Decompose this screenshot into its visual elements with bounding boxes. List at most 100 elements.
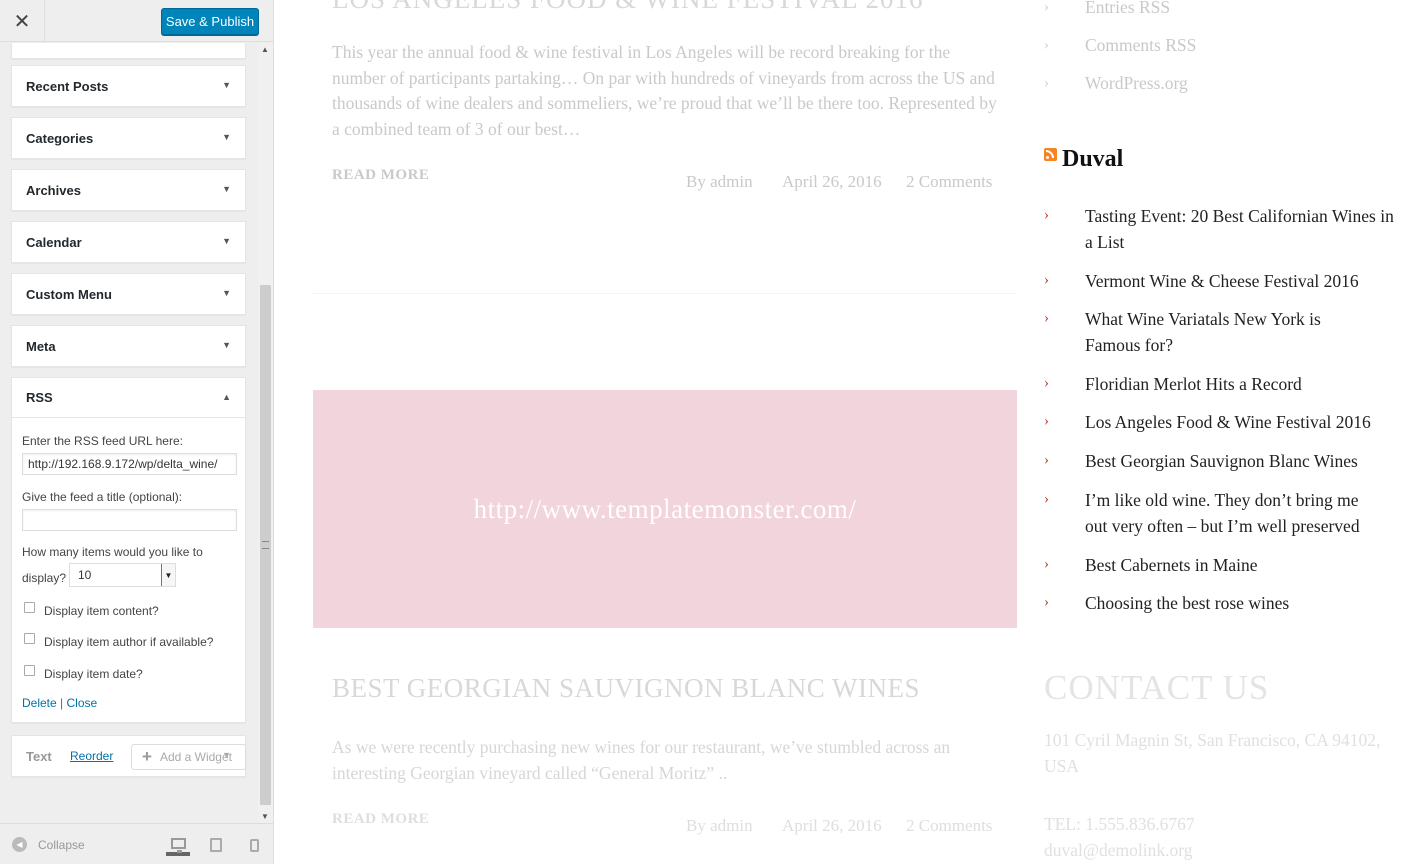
widget-archives[interactable]: Archives ▼: [11, 169, 246, 211]
collapse-icon: ◀: [12, 837, 27, 852]
scrollbar-thumb[interactable]: [260, 285, 271, 805]
post-title[interactable]: BEST GEORGIAN SAUVIGNON BLANC WINES: [332, 673, 920, 704]
feed-item[interactable]: Floridian Merlot Hits a Record: [1085, 372, 1395, 398]
widgets-panel: Recent Posts ▼ Categories ▼ Archives ▼ C…: [0, 43, 258, 823]
delete-widget-link[interactable]: Delete: [22, 696, 57, 710]
display-content-checkbox[interactable]: [24, 602, 35, 613]
feed-item[interactable]: I’m like old wine. They don’t bring me o…: [1085, 488, 1375, 539]
chevron-right-icon: ›: [1044, 37, 1049, 53]
chevron-down-icon[interactable]: ▼: [222, 236, 231, 246]
scrollbar-down-arrow-icon[interactable]: ▼: [261, 812, 269, 821]
reorder-link[interactable]: Reorder: [70, 749, 113, 763]
widget-meta[interactable]: Meta ▼: [11, 325, 246, 367]
chevron-right-icon: ›: [1044, 272, 1049, 288]
sidebar-scrollbar[interactable]: ▲ ▼: [258, 43, 273, 823]
widget-categories[interactable]: Categories ▼: [11, 117, 246, 159]
customizer-header: ✕ Save & Publish: [0, 0, 273, 42]
tablet-preview-button[interactable]: [204, 834, 228, 856]
chevron-down-icon[interactable]: ▼: [222, 132, 231, 142]
customizer-sidebar: ✕ Save & Publish Recent Posts ▼ Categori…: [0, 0, 274, 864]
close-customizer-button[interactable]: ✕: [0, 0, 45, 42]
chevron-right-icon: ›: [1044, 75, 1049, 91]
feed-item[interactable]: What Wine Variatals New York is Famous f…: [1085, 307, 1365, 358]
chevron-down-icon[interactable]: ▼: [222, 288, 231, 298]
feed-item[interactable]: Best Georgian Sauvignon Blanc Wines: [1085, 449, 1395, 475]
chevron-right-icon: ›: [1044, 452, 1049, 468]
contact-title: CONTACT US: [1044, 668, 1270, 707]
display-date-checkbox[interactable]: [24, 665, 35, 676]
post-comments[interactable]: 2 Comments: [906, 816, 992, 836]
widget-title: Custom Menu: [26, 286, 112, 302]
customizer-footer: ◀ Collapse: [0, 823, 273, 864]
display-date-label: Display item date?: [44, 667, 143, 681]
display-author-label: Display item author if available?: [44, 635, 214, 649]
feed-item[interactable]: Best Cabernets in Maine: [1085, 553, 1395, 579]
widget-partial-top: [11, 43, 246, 59]
add-widget-button[interactable]: + Add a Widget: [131, 744, 246, 770]
add-widget-label: Add a Widget: [159, 750, 232, 764]
collapse-button[interactable]: ◀ Collapse: [12, 837, 85, 852]
post-date[interactable]: April 26, 2016: [782, 816, 882, 836]
widget-title: Calendar: [26, 234, 82, 250]
post-excerpt: As we were recently purchasing new wines…: [332, 737, 951, 783]
save-publish-button[interactable]: Save & Publish: [161, 8, 259, 35]
rss-items-value: 10: [78, 568, 92, 582]
feed-item[interactable]: Los Angeles Food & Wine Festival 2016: [1085, 410, 1395, 436]
display-author-checkbox[interactable]: [24, 633, 35, 644]
chevron-down-icon[interactable]: ▼: [222, 80, 231, 90]
post-author[interactable]: By admin: [686, 172, 753, 192]
contact-email[interactable]: duval@demolink.org: [1044, 838, 1389, 864]
chevron-right-icon: ›: [1044, 310, 1049, 326]
tablet-icon: [210, 838, 222, 852]
widget-recent-posts[interactable]: Recent Posts ▼: [11, 65, 246, 107]
chevron-up-icon[interactable]: ▲: [222, 392, 231, 402]
chevron-right-icon: ›: [1044, 413, 1049, 429]
widget-title: Archives: [26, 182, 81, 198]
chevron-right-icon: ›: [1044, 375, 1049, 391]
meta-link[interactable]: Comments RSS: [1085, 35, 1196, 56]
post-author[interactable]: By admin: [686, 816, 753, 836]
read-more-link[interactable]: READ MORE: [332, 167, 429, 184]
post-comments[interactable]: 2 Comments: [906, 172, 992, 192]
widget-title: Recent Posts: [26, 78, 109, 94]
chevron-right-icon: ›: [1044, 556, 1049, 572]
meta-link[interactable]: Entries RSS: [1085, 0, 1170, 18]
scrollbar-up-arrow-icon[interactable]: ▲: [261, 45, 269, 54]
close-icon: ✕: [13, 10, 31, 33]
desktop-preview-button[interactable]: [166, 834, 190, 856]
chevron-right-icon: ›: [1044, 0, 1049, 15]
rss-title-label: Give the feed a title (optional):: [22, 490, 183, 504]
feed-item[interactable]: Vermont Wine & Cheese Festival 2016: [1085, 269, 1395, 295]
meta-link[interactable]: WordPress.org: [1085, 73, 1188, 94]
rss-url-label: Enter the RSS feed URL here:: [22, 434, 183, 448]
rss-title-input[interactable]: [22, 509, 237, 531]
rss-feed-icon[interactable]: [1044, 148, 1057, 161]
feed-item[interactable]: Choosing the best rose wines: [1085, 591, 1395, 617]
mobile-preview-button[interactable]: [242, 834, 266, 856]
contact-tel[interactable]: TEL: 1.555.836.6767: [1044, 812, 1389, 838]
post-excerpt: This year the annual food & wine festiva…: [332, 42, 997, 139]
post-divider: [313, 293, 1017, 294]
widget-calendar[interactable]: Calendar ▼: [11, 221, 246, 263]
chevron-down-icon[interactable]: ▼: [161, 564, 175, 586]
scrollbar-grip: [262, 541, 269, 549]
read-more-link[interactable]: READ MORE: [332, 811, 429, 828]
site-preview: LOS ANGELES FOOD & WINE FESTIVAL 2016 Th…: [274, 0, 1419, 864]
rss-items-label-2: display?: [22, 571, 67, 585]
widget-title[interactable]: RSS: [12, 378, 245, 418]
close-widget-link[interactable]: Close: [67, 696, 98, 710]
feed-item[interactable]: Tasting Event: 20 Best Californian Wines…: [1085, 204, 1395, 255]
post-title[interactable]: LOS ANGELES FOOD & WINE FESTIVAL 2016: [332, 0, 924, 15]
rss-url-input[interactable]: http://192.168.9.172/wp/delta_wine/: [22, 453, 237, 475]
chevron-down-icon[interactable]: ▼: [222, 184, 231, 194]
separator: |: [60, 696, 64, 710]
rss-items-label: How many items would you like to: [22, 545, 203, 559]
widget-custom-menu[interactable]: Custom Menu ▼: [11, 273, 246, 315]
widget-rss: RSS ▲ Enter the RSS feed URL here: http:…: [11, 377, 246, 723]
widget-actions: Delete | Close: [22, 696, 97, 710]
post-date[interactable]: April 26, 2016: [782, 172, 882, 192]
rss-items-select[interactable]: 10 ▼: [69, 563, 176, 587]
banner-placeholder[interactable]: http://www.templatemonster.com/: [313, 390, 1017, 628]
feed-title[interactable]: Duval: [1062, 146, 1123, 173]
chevron-down-icon[interactable]: ▼: [222, 340, 231, 350]
